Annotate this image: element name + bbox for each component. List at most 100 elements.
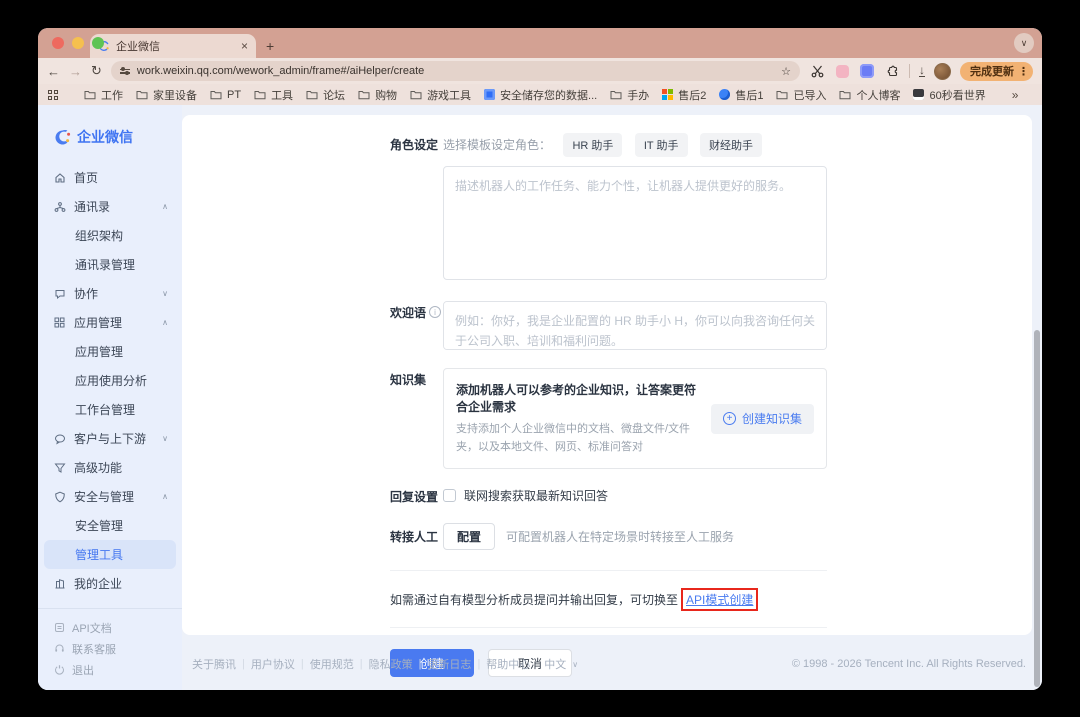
sidebar-nav: 首页 通讯录 ∧ 组织架构 通讯录管理 协作 ∨ 应用管理 ∧ — [38, 163, 182, 598]
page-footer: 关于腾讯| 用户协议| 使用规范| 隐私政策| 更新日志| 帮助中心 中文 ∨ … — [182, 638, 1042, 690]
sidebar-item-app-management-sub[interactable]: 应用管理 — [38, 337, 182, 366]
sidebar-item-customers[interactable]: 客户与上下游 ∨ — [38, 424, 182, 453]
sidebar-item-management-tools[interactable]: 管理工具 — [44, 540, 176, 569]
bookmark-folder-tools[interactable]: 工具 — [254, 87, 293, 103]
footer-link-privacy-policy[interactable]: 隐私政策 — [369, 656, 413, 672]
pink-extension-icon[interactable] — [834, 63, 850, 79]
sidebar: 企业微信 首页 通讯录 ∧ 组织架构 通讯录管理 协作 ∨ — [38, 105, 182, 690]
chevron-up-icon[interactable]: ∧ — [162, 318, 182, 327]
traffic-lights — [52, 37, 104, 49]
chevron-up-icon[interactable]: ∧ — [162, 202, 182, 211]
footer-link-help-center[interactable]: 帮助中心 — [486, 656, 530, 672]
bookmark-site-60s-world[interactable]: 60秒看世界 — [913, 87, 985, 103]
configure-button[interactable]: 配置 — [443, 523, 495, 550]
web-search-checkbox-label[interactable]: 联网搜索获取最新知识回答 — [464, 487, 608, 504]
footer-links: 关于腾讯| 用户协议| 使用规范| 隐私政策| 更新日志| 帮助中心 中文 ∨ — [192, 656, 578, 672]
toolbar-divider — [909, 64, 910, 78]
minimize-window-button[interactable] — [72, 37, 84, 49]
apps-grid-icon[interactable] — [48, 90, 58, 100]
bookmark-folder-game-tools[interactable]: 游戏工具 — [410, 87, 471, 103]
close-window-button[interactable] — [52, 37, 64, 49]
chrome-update-button[interactable]: 完成更新 ⋮ — [960, 62, 1033, 81]
bookmark-folder-forums[interactable]: 论坛 — [306, 87, 345, 103]
api-mode-create-link[interactable]: API模式创建 — [686, 593, 753, 607]
bookmark-site-aftersales1[interactable]: 售后1 — [719, 87, 763, 103]
new-tab-button[interactable]: + — [266, 38, 274, 54]
wecom-logo[interactable]: 企业微信 — [38, 105, 182, 163]
create-knowledge-set-button[interactable]: + 创建知识集 — [711, 404, 814, 434]
role-setting-label: 角色设定 — [390, 133, 443, 285]
chrome-update-label: 完成更新 — [970, 63, 1014, 79]
site-controls-icon[interactable] — [120, 69, 130, 74]
maximize-window-button[interactable] — [92, 37, 104, 49]
sidebar-item-advanced-features[interactable]: 高级功能 — [38, 453, 182, 482]
footer-link-changelog[interactable]: 更新日志 — [427, 656, 471, 672]
bookmark-folder-work[interactable]: 工作 — [84, 87, 123, 103]
sidebar-item-my-enterprise[interactable]: 我的企业 — [38, 569, 182, 598]
blue-extension-icon[interactable] — [859, 63, 875, 79]
footer-link-usage-guidelines[interactable]: 使用规范 — [310, 656, 354, 672]
sidebar-item-api-docs[interactable]: API文档 — [38, 617, 182, 638]
folder-icon — [254, 90, 266, 100]
chevron-down-icon[interactable]: ∨ — [162, 289, 182, 298]
reply-settings-row: 回复设置 联网搜索获取最新知识回答 — [390, 485, 827, 505]
sidebar-item-app-management[interactable]: 应用管理 ∧ — [38, 308, 182, 337]
welcome-label: 欢迎语 — [390, 304, 426, 321]
bookmark-folder-pt[interactable]: PT — [210, 89, 241, 101]
sidebar-item-contacts-management[interactable]: 通讯录管理 — [38, 250, 182, 279]
language-selector[interactable]: 中文 — [544, 656, 566, 672]
sidebar-item-app-usage-analytics[interactable]: 应用使用分析 — [38, 366, 182, 395]
template-chip-it[interactable]: IT 助手 — [635, 133, 688, 157]
sidebar-item-security-management[interactable]: 安全管理 — [38, 511, 182, 540]
sidebar-item-logout[interactable]: 退出 — [38, 659, 182, 680]
chevron-down-icon[interactable]: ∨ — [162, 434, 182, 443]
back-button[interactable]: ← — [47, 64, 60, 79]
chevron-down-icon[interactable]: ∨ — [572, 660, 578, 669]
footer-link-about-tencent[interactable]: 关于腾讯 — [192, 656, 236, 672]
knowledge-set-row: 知识集 添加机器人可以参考的企业知识，让答案更符合企业需求 支持添加个人企业微信… — [390, 368, 827, 469]
sidebar-item-contact-support[interactable]: 联系客服 — [38, 638, 182, 659]
url-bar[interactable]: work.weixin.qq.com/wework_admin/frame#/a… — [111, 61, 800, 81]
downloads-icon[interactable]: ↓ — [919, 65, 925, 77]
info-icon[interactable]: i — [429, 306, 441, 318]
url-text[interactable]: work.weixin.qq.com/wework_admin/frame#/a… — [137, 65, 774, 77]
footer-link-user-agreement[interactable]: 用户协议 — [251, 656, 295, 672]
ai-helper-create-panel: 角色设定 选择模板设定角色： HR 助手 IT 助手 财经助手 欢迎语 i — [182, 115, 1032, 635]
template-chip-finance[interactable]: 财经助手 — [700, 133, 762, 157]
browser-menu-icon[interactable]: ⋮ — [1018, 65, 1029, 78]
annotation-highlight-box: API模式创建 — [681, 588, 758, 611]
bookmark-folder-home-devices[interactable]: 家里设备 — [136, 87, 197, 103]
extensions-puzzle-icon[interactable] — [884, 63, 900, 79]
scrollbar-thumb[interactable] — [1034, 330, 1040, 687]
tab-search-chevron-icon[interactable]: ∨ — [1014, 33, 1034, 53]
bookmark-site-aftersales2[interactable]: 售后2 — [662, 87, 706, 103]
bookmark-folder-figures[interactable]: 手办 — [610, 87, 649, 103]
forward-button[interactable]: → — [69, 64, 82, 79]
web-search-checkbox[interactable] — [443, 489, 456, 502]
bookmark-folder-imported[interactable]: 已导入 — [776, 87, 826, 103]
sidebar-item-org-structure[interactable]: 组织架构 — [38, 221, 182, 250]
screenshot-extension-icon[interactable] — [809, 63, 825, 79]
sidebar-item-workbench-management[interactable]: 工作台管理 — [38, 395, 182, 424]
chevron-up-icon[interactable]: ∧ — [162, 492, 182, 501]
sidebar-item-home[interactable]: 首页 — [38, 163, 182, 192]
profile-avatar[interactable] — [934, 63, 951, 80]
reload-button[interactable]: ↻ — [91, 63, 102, 79]
tab-close-icon[interactable]: × — [241, 39, 248, 53]
template-chip-hr[interactable]: HR 助手 — [563, 133, 622, 157]
bookmark-folder-shopping[interactable]: 购物 — [358, 87, 397, 103]
browser-window: 企业微信 × + ∨ ← → ↻ work.weixin.qq.com/wewo… — [38, 28, 1042, 690]
bookmark-folder-personal-blog[interactable]: 个人博客 — [839, 87, 900, 103]
sidebar-item-security-management-group[interactable]: 安全与管理 ∧ — [38, 482, 182, 511]
sidebar-item-contacts[interactable]: 通讯录 ∧ — [38, 192, 182, 221]
sidebar-item-collaboration[interactable]: 协作 ∨ — [38, 279, 182, 308]
browser-tab[interactable]: 企业微信 × — [90, 34, 256, 58]
shield-icon — [53, 491, 66, 503]
bookmark-star-icon[interactable]: ☆ — [781, 65, 791, 78]
role-description-textarea[interactable] — [443, 166, 827, 280]
welcome-message-textarea[interactable] — [443, 301, 827, 350]
funnel-icon — [53, 462, 66, 474]
bookmarks-overflow-icon[interactable]: » — [1012, 88, 1019, 102]
knowledge-set-desc: 支持添加个人企业微信中的文档、微盘文件/文件夹，以及本地文件、网页、标准问答对 — [456, 421, 701, 456]
bookmark-site-secure-storage[interactable]: 安全储存您的数据... — [484, 87, 597, 103]
